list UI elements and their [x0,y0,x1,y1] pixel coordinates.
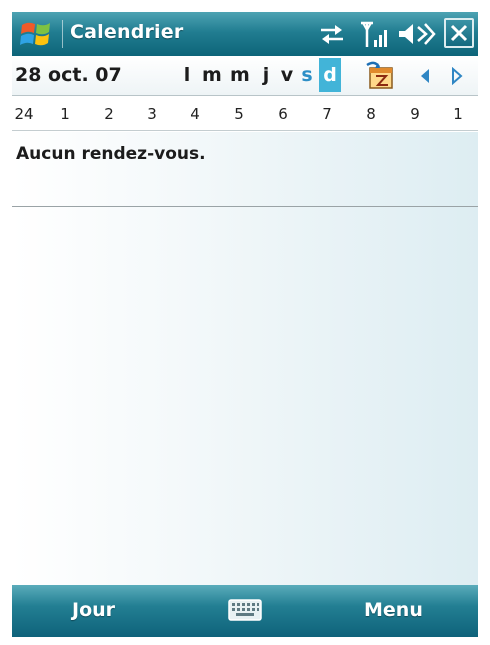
keyboard-icon [228,599,262,621]
start-button[interactable] [16,16,56,52]
hour-label[interactable]: 9 [402,105,428,123]
signal-strength-icon[interactable] [359,21,389,53]
hour-label[interactable]: 1 [52,105,78,123]
weekday-saturday[interactable]: s [298,64,316,86]
all-day-divider [12,206,478,207]
current-date[interactable]: 28 oct. 07 [15,64,122,86]
close-icon [450,24,468,42]
hour-label[interactable]: 5 [226,105,252,123]
weekday-thursday[interactable]: j [257,64,275,86]
app-title: Calendrier [70,21,184,43]
previous-arrow-icon [421,69,429,83]
hour-label[interactable]: 24 [12,105,37,123]
day-view-softkey[interactable]: Jour [72,599,115,621]
device-screen: Calendrier 28 oct. 07 l m m j v s d 24 1… [12,12,478,640]
hour-label[interactable]: 2 [96,105,122,123]
weekday-tuesday[interactable]: m [202,64,222,86]
go-to-today-button[interactable] [364,60,398,96]
date-navigation-bar: 28 oct. 07 l m m j v s d [12,56,478,96]
hours-ruler: 24 1 2 3 4 5 6 7 8 9 1 [12,97,478,131]
weekday-wednesday[interactable]: m [230,64,250,86]
input-panel-button[interactable] [228,598,262,626]
windows-start-icon [20,22,50,46]
previous-day-button[interactable] [418,67,432,89]
hour-label[interactable]: 7 [314,105,340,123]
weekday-friday[interactable]: v [278,64,296,86]
menu-softkey[interactable]: Menu [364,599,423,621]
agenda-view[interactable]: Aucun rendez-vous. [12,132,478,585]
softkey-bar: Jour Menu [12,585,478,637]
weekday-sunday-selected[interactable]: d [319,58,341,92]
title-divider [62,20,63,48]
sync-arrows-icon[interactable] [317,21,347,51]
next-arrow-icon [452,66,463,86]
speaker-icon[interactable] [397,21,437,51]
go-to-today-icon [366,61,393,89]
hour-label[interactable]: 1 [445,105,471,123]
hour-label[interactable]: 8 [358,105,384,123]
hour-label[interactable]: 3 [139,105,165,123]
weekday-monday[interactable]: l [178,64,196,86]
hour-label[interactable]: 6 [270,105,296,123]
next-day-button[interactable] [450,66,464,89]
close-button[interactable] [444,18,474,48]
empty-agenda-message: Aucun rendez-vous. [16,144,206,164]
title-bar: Calendrier [12,12,478,56]
hour-label[interactable]: 4 [182,105,208,123]
